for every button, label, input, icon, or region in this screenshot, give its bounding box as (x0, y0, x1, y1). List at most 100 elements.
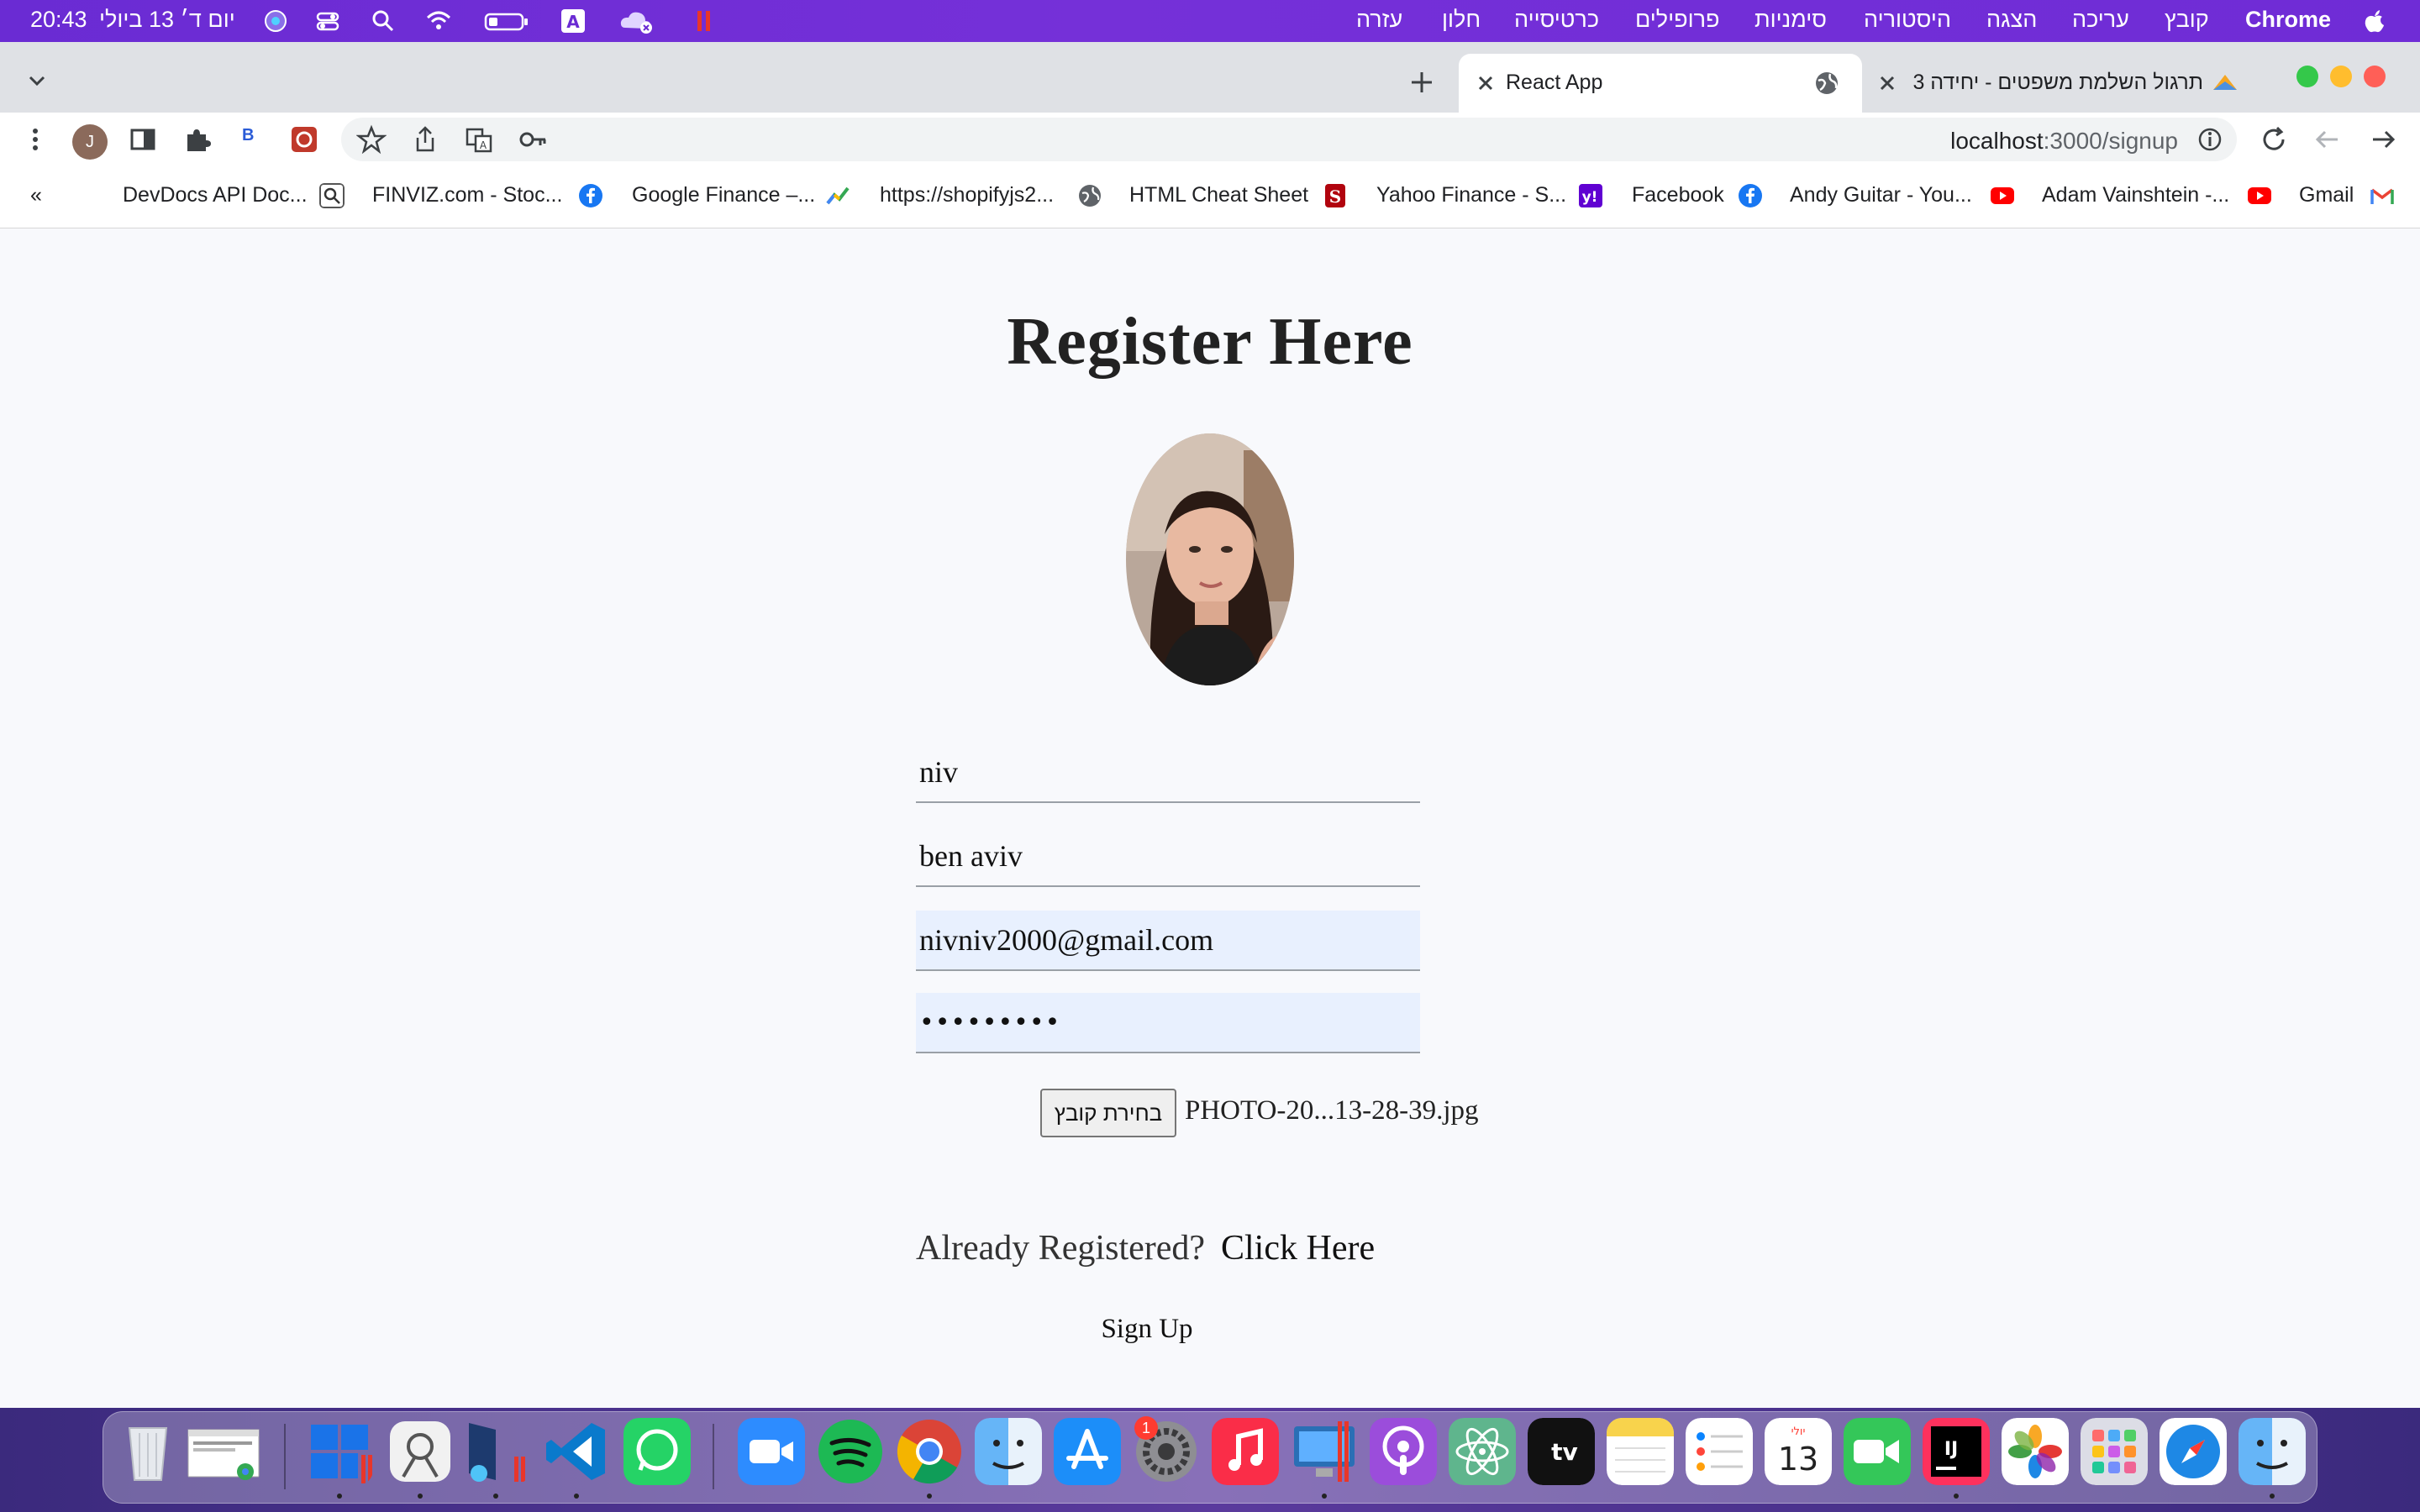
date[interactable]: יום ד׳ 13 ביולי (99, 7, 235, 33)
menu-file[interactable]: קובץ (2165, 7, 2209, 33)
url-text[interactable]: localhost:3000/signup (1950, 128, 2178, 155)
window-minimize-button[interactable] (2330, 66, 2352, 87)
bookmark-star-icon[interactable] (356, 124, 387, 155)
menu-bookmarks[interactable]: סימניות (1754, 7, 1827, 33)
last-name-input[interactable] (916, 827, 1420, 885)
first-name-field[interactable] (916, 743, 1420, 803)
window-zoom-button[interactable] (2296, 66, 2318, 87)
facetime-icon[interactable] (1844, 1418, 1911, 1485)
profile-avatar[interactable]: J (72, 124, 108, 160)
zoom-icon[interactable] (738, 1418, 805, 1485)
bookmark-google-finance[interactable]: Google Finance –... (632, 183, 815, 207)
blue-windows-app-icon[interactable] (306, 1418, 373, 1485)
bookmark-devdocs[interactable]: DevDocs API Doc... (123, 183, 308, 207)
back-arrow-icon[interactable] (2312, 124, 2343, 155)
wifi-icon[interactable] (425, 8, 452, 34)
bookmarks-overflow-button[interactable]: « (30, 183, 42, 207)
bookmark-andy-guitar[interactable]: Andy Guitar - You... (1790, 183, 1972, 207)
share-icon[interactable] (410, 124, 440, 155)
menu-app-name[interactable]: Chrome (2245, 7, 2331, 33)
menu-help[interactable]: עזרה (1356, 7, 1402, 33)
bookmark-adam-vainshtein[interactable]: Adam Vainshtein -... (2042, 183, 2229, 207)
launchpad-icon[interactable] (2081, 1418, 2148, 1485)
podcasts-icon[interactable] (1370, 1418, 1437, 1485)
yahoo-icon: y! (1579, 184, 1602, 207)
menu-history[interactable]: היסטוריה (1864, 7, 1951, 33)
choose-file-button[interactable]: בחירת קובץ (1040, 1089, 1176, 1137)
bookmark-yahoo-finance[interactable]: Yahoo Finance - S... (1376, 183, 1566, 207)
close-tab-icon[interactable] (1470, 68, 1501, 98)
menu-window[interactable]: חלון (1442, 7, 1481, 33)
music-icon[interactable] (1212, 1418, 1279, 1485)
recording-icon[interactable] (694, 8, 714, 34)
forward-arrow-icon[interactable] (2368, 124, 2398, 155)
sign-up-button[interactable]: Sign Up (1084, 1314, 1210, 1345)
bookmark-finviz[interactable]: FINVIZ.com - Stoc... (372, 183, 562, 207)
menu-kebab-icon[interactable] (20, 124, 50, 155)
tab-search-chevron-icon[interactable] (22, 66, 52, 96)
window-close-button[interactable] (2364, 66, 2386, 87)
spotlight-search-icon[interactable] (370, 8, 397, 34)
google-finance-icon (826, 186, 850, 205)
apple-icon[interactable] (2361, 8, 2388, 34)
login-link[interactable]: Click Here (1221, 1228, 1375, 1268)
red-extension-icon[interactable] (289, 124, 319, 155)
tab-hebrew-exercise[interactable]: תרגול השלמת משפטים - יחידה 3 (1865, 54, 2252, 113)
bitly-extension-icon[interactable]: B (242, 126, 254, 145)
last-name-field[interactable] (916, 827, 1420, 887)
menu-view[interactable]: הצגה (1986, 7, 2037, 33)
monitor-app-icon[interactable] (1291, 1418, 1358, 1485)
control-center-icon[interactable] (314, 8, 341, 34)
atom-editor-icon[interactable] (1449, 1418, 1516, 1485)
bookmark-facebook[interactable]: Facebook (1632, 183, 1724, 207)
menu-profiles[interactable]: פרופילים (1635, 7, 1719, 33)
menu-edit[interactable]: עריכה (2072, 7, 2129, 33)
screenshot-utility-icon[interactable] (387, 1418, 454, 1485)
trash-icon[interactable] (114, 1418, 182, 1485)
close-tab-icon[interactable] (1872, 68, 1902, 98)
extensions-puzzle-icon[interactable] (182, 124, 212, 155)
finder-icon[interactable] (975, 1418, 1042, 1485)
vscode-icon[interactable] (543, 1418, 610, 1485)
photos-icon[interactable] (2002, 1418, 2069, 1485)
spotify-icon[interactable] (817, 1418, 884, 1485)
bookmark-html-cheat-sheet[interactable]: HTML Cheat Sheet (1129, 183, 1308, 207)
gmail-icon (2370, 188, 2394, 204)
side-panel-icon[interactable] (128, 124, 158, 155)
chrome-window-preview-icon[interactable] (187, 1418, 260, 1485)
finder-window-icon[interactable] (2238, 1418, 2306, 1485)
site-info-icon[interactable] (2195, 124, 2225, 155)
safari-icon[interactable] (2160, 1418, 2227, 1485)
bookmark-gmail[interactable]: Gmail (2299, 183, 2354, 207)
cloud-status-icon[interactable] (618, 8, 657, 34)
tab-favicon-icon (2213, 75, 2237, 90)
calendar-icon[interactable]: יולי 13 (1765, 1418, 1832, 1485)
siri-icon[interactable] (262, 8, 289, 34)
chrome-icon[interactable] (896, 1418, 963, 1485)
new-tab-plus-icon[interactable] (1407, 67, 1437, 97)
bookmark-shopify[interactable]: https://shopifyjs2... (880, 183, 1054, 207)
media-app-icon[interactable] (462, 1418, 529, 1485)
first-name-input[interactable] (916, 743, 1420, 801)
password-key-icon[interactable] (518, 124, 548, 155)
url-path: :3000/signup (2043, 128, 2178, 154)
whatsapp-icon[interactable] (623, 1418, 691, 1485)
translate-icon[interactable]: A (464, 124, 494, 155)
app-store-icon[interactable] (1054, 1418, 1121, 1485)
battery-icon[interactable] (484, 8, 529, 34)
email-field[interactable] (916, 911, 1420, 971)
menu-tab[interactable]: כרטיסייה (1514, 7, 1599, 33)
address-bar[interactable]: A localhost:3000/signup (341, 118, 2237, 161)
tab-react-app[interactable]: React App (1459, 54, 1862, 113)
dock-separator (713, 1424, 714, 1489)
intellij-icon[interactable]: IJ (1923, 1418, 1990, 1485)
password-field[interactable] (916, 993, 1420, 1053)
reload-icon[interactable] (2259, 124, 2289, 155)
input-source-icon[interactable]: A (560, 8, 587, 34)
notes-icon[interactable] (1607, 1418, 1674, 1485)
email-input[interactable] (916, 911, 1420, 969)
reminders-icon[interactable] (1686, 1418, 1753, 1485)
password-input[interactable] (916, 993, 1420, 1052)
apple-tv-icon[interactable]: tv (1528, 1418, 1595, 1485)
clock[interactable]: 20:43 (30, 7, 87, 33)
